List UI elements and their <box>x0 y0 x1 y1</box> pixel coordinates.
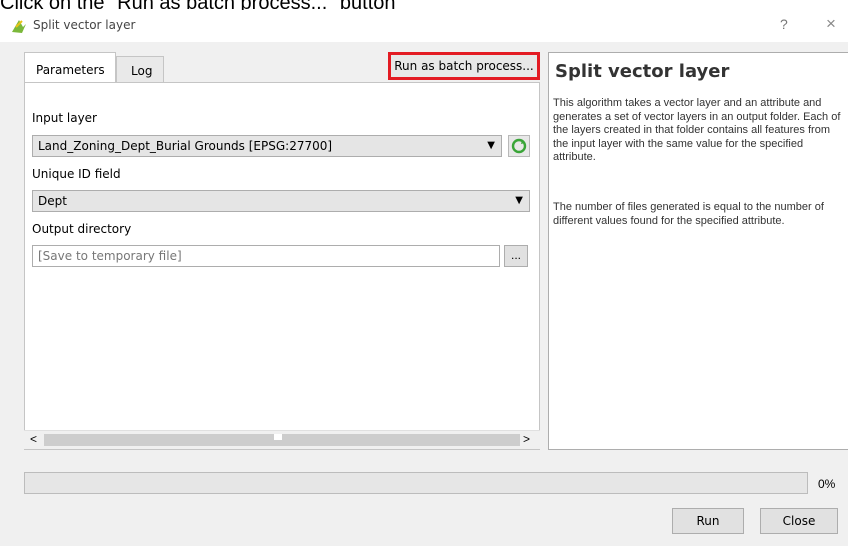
scroll-right-arrow-icon[interactable]: > <box>523 432 530 446</box>
dropdown-arrow-icon: ▼ <box>515 195 523 206</box>
progress-label: 0% <box>818 477 836 491</box>
run-as-batch-process-button[interactable]: Run as batch process... <box>388 52 540 80</box>
scroll-left-arrow-icon[interactable]: < <box>30 432 37 446</box>
output-directory-input[interactable]: [Save to temporary file] <box>32 245 500 267</box>
qgis-icon <box>12 20 26 33</box>
window-title: Split vector layer <box>33 18 136 32</box>
help-paragraph-1: This algorithm takes a vector layer and … <box>553 97 841 163</box>
tab-parameters[interactable]: Parameters <box>24 52 116 82</box>
help-paragraph-2: The number of files generated is equal t… <box>553 201 824 227</box>
run-button[interactable]: Run <box>672 508 744 534</box>
help-title: Split vector layer <box>555 61 730 82</box>
unique-id-field-value: Dept <box>38 194 67 208</box>
close-button[interactable]: Close <box>760 508 838 534</box>
unique-id-field-label: Unique ID field <box>32 167 121 181</box>
input-layer-label: Input layer <box>32 111 97 125</box>
iterate-icon[interactable] <box>508 135 530 157</box>
tab-log[interactable]: Log <box>116 56 164 82</box>
unique-id-field-combo[interactable]: Dept ▼ <box>32 190 530 212</box>
output-directory-label: Output directory <box>32 222 132 236</box>
scrollbar-grip <box>274 434 282 440</box>
close-window-button[interactable]: × <box>826 14 836 34</box>
input-layer-combo[interactable]: Land_Zoning_Dept_Burial Grounds [EPSG:27… <box>32 135 502 157</box>
dropdown-arrow-icon: ▼ <box>487 140 495 151</box>
browse-button[interactable]: ... <box>504 245 528 267</box>
scrollbar-thumb[interactable] <box>44 434 520 446</box>
progress-bar <box>24 472 808 494</box>
horizontal-scrollbar[interactable]: < > <box>24 430 540 449</box>
help-panel: Split vector layer This algorithm takes … <box>548 52 848 450</box>
help-button[interactable]: ? <box>780 16 788 32</box>
input-layer-value: Land_Zoning_Dept_Burial Grounds [EPSG:27… <box>38 139 333 153</box>
title-bar: Split vector layer ? × <box>0 10 848 42</box>
